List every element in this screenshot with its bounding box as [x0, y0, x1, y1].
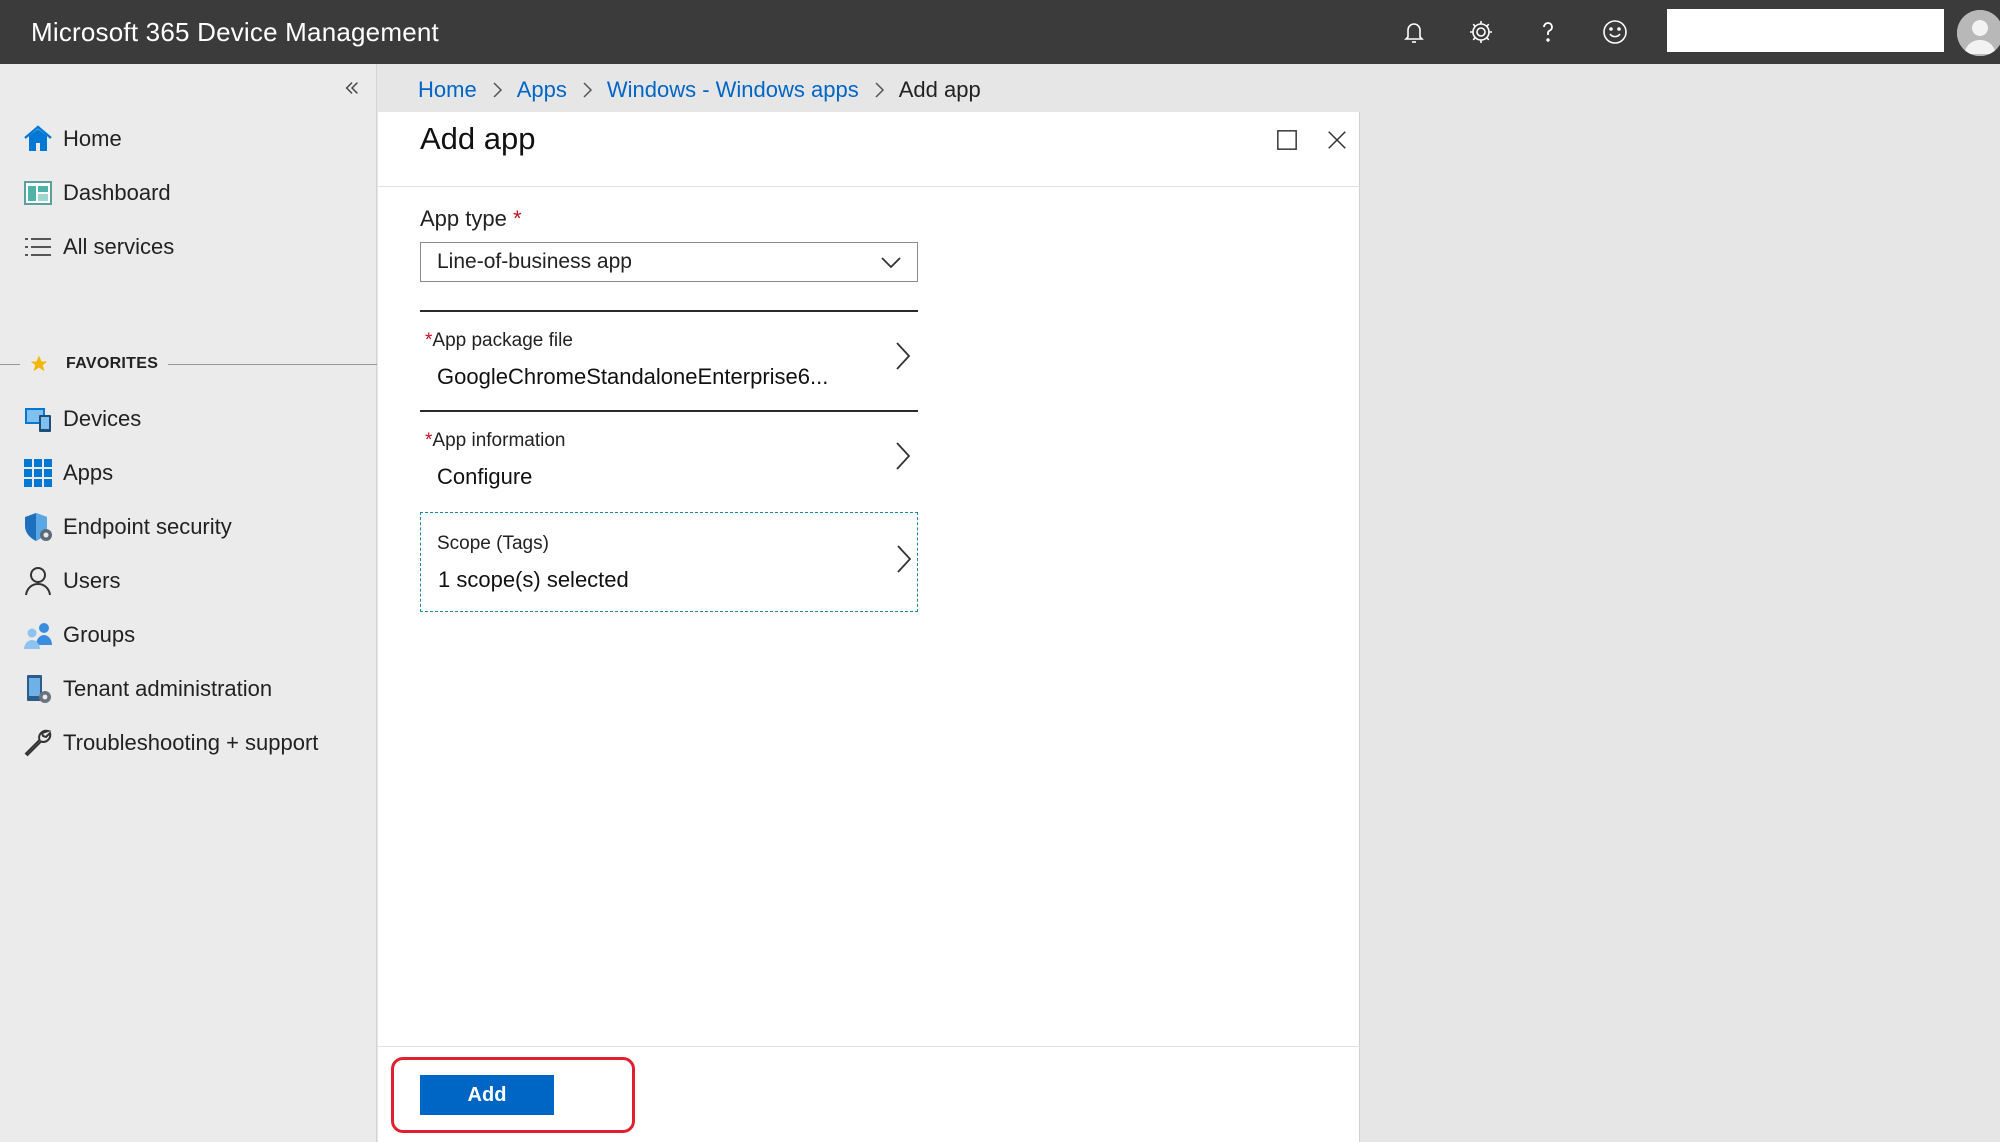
chevron-right-icon [896, 442, 911, 470]
favorites-label: FAVORITES [66, 355, 159, 372]
collapse-sidebar-icon[interactable] [340, 76, 364, 100]
sidebar-item-label: Tenant administration [63, 676, 273, 701]
maximize-icon[interactable] [1272, 125, 1302, 155]
app-package-file-row[interactable]: *App package file GoogleChromeStandalone… [420, 310, 918, 410]
smiley-icon[interactable] [1581, 0, 1648, 64]
sidebar-item-troubleshooting[interactable]: Troubleshooting + support [0, 716, 377, 770]
sidebar-item-endpoint-security[interactable]: Endpoint security [0, 500, 377, 554]
favorites-header: FAVORITES [0, 346, 377, 382]
required-mark: * [512, 206, 522, 231]
app-type-value: Line-of-business app [437, 250, 632, 273]
row-title-text: App information [432, 430, 566, 451]
row-title: *App information [425, 430, 565, 452]
close-icon[interactable] [1322, 125, 1352, 155]
breadcrumb-home[interactable]: Home [418, 77, 477, 103]
app-title[interactable]: Microsoft 365 Device Management [31, 17, 439, 48]
chevron-right-icon [567, 81, 607, 99]
top-bar: Microsoft 365 Device Management [0, 0, 2000, 64]
breadcrumb-current: Add app [898, 77, 981, 102]
sidebar-item-all-services[interactable]: All services [0, 220, 377, 274]
gear-icon[interactable] [1447, 0, 1514, 64]
help-icon[interactable] [1514, 0, 1581, 64]
blade-footer: Add [378, 1046, 1360, 1142]
row-value: 1 scope(s) selected [438, 567, 629, 592]
sidebar-item-home[interactable]: Home [0, 112, 377, 166]
shield-icon [21, 510, 55, 544]
sidebar-item-label: Groups [63, 622, 136, 647]
scope-tags-row[interactable]: Scope (Tags) 1 scope(s) selected [420, 512, 918, 612]
row-title: Scope (Tags) [437, 533, 549, 555]
star-icon [26, 351, 52, 377]
add-app-blade: Add app App type * Line-of-business app … [378, 112, 1360, 1142]
add-button[interactable]: Add [420, 1075, 554, 1115]
row-value: Configure [437, 464, 533, 489]
divider [0, 363, 20, 365]
sidebar-item-groups[interactable]: Groups [0, 608, 377, 662]
apps-grid-icon [21, 456, 55, 490]
sidebar-item-label: Apps [63, 460, 114, 485]
dashboard-icon [21, 176, 55, 210]
sidebar-item-label: Troubleshooting + support [63, 730, 319, 755]
sidebar-item-label: Devices [63, 406, 142, 431]
sidebar-item-label: Users [63, 568, 121, 593]
breadcrumb-apps[interactable]: Apps [517, 77, 567, 103]
app-type-label: App type * [420, 206, 522, 232]
avatar[interactable] [1957, 10, 2000, 56]
breadcrumb-windows-apps[interactable]: Windows - Windows apps [607, 77, 859, 103]
page-title: Add app [420, 121, 536, 156]
row-value: GoogleChromeStandaloneEnterprise6... [437, 364, 829, 389]
account-box[interactable] [1667, 9, 1944, 52]
sidebar-item-users[interactable]: Users [0, 554, 377, 608]
wrench-icon [21, 726, 55, 760]
app-type-select[interactable]: Line-of-business app [420, 242, 918, 282]
app-type-label-text: App type [420, 206, 507, 231]
chevron-right-icon [859, 81, 899, 99]
devices-icon [21, 402, 55, 436]
tenant-icon [21, 672, 55, 706]
divider [420, 410, 918, 412]
divider [420, 310, 918, 312]
home-icon [21, 122, 55, 156]
chevron-right-icon [897, 545, 912, 573]
blade-header: Add app [378, 112, 1360, 187]
row-title-text: App package file [432, 330, 573, 351]
sidebar-item-apps[interactable]: Apps [0, 446, 377, 500]
sidebar-item-label: Dashboard [63, 180, 171, 205]
user-icon [21, 564, 55, 598]
app-information-row[interactable]: *App information Configure [420, 410, 918, 510]
sidebar: Home Dashboard All services FAVORITES De… [0, 64, 377, 1142]
groups-icon [21, 618, 55, 652]
chevron-right-icon [896, 342, 911, 370]
chevron-right-icon [477, 81, 517, 99]
bell-icon[interactable] [1380, 0, 1447, 64]
sidebar-item-label: Endpoint security [63, 514, 232, 539]
breadcrumb: Home Apps Windows - Windows apps Add app [418, 70, 981, 110]
divider [168, 363, 377, 365]
top-icons [1380, 0, 1648, 64]
chevron-down-icon [881, 257, 901, 269]
sidebar-item-devices[interactable]: Devices [0, 392, 377, 446]
sidebar-item-label: Home [63, 126, 122, 151]
sidebar-item-tenant-administration[interactable]: Tenant administration [0, 662, 377, 716]
row-title-text: Scope (Tags) [437, 533, 549, 554]
sidebar-item-label: All services [63, 234, 175, 259]
row-title: *App package file [425, 330, 573, 352]
sidebar-item-dashboard[interactable]: Dashboard [0, 166, 377, 220]
list-icon [21, 230, 55, 264]
